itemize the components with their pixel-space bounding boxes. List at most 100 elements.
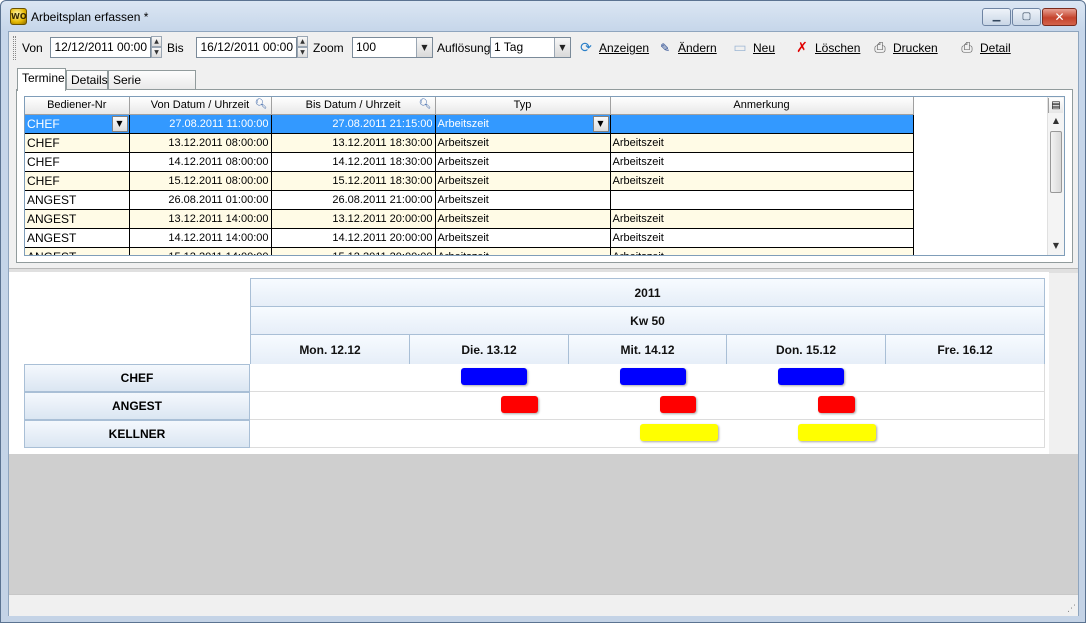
cell-bediener[interactable]: ANGEST [25, 247, 130, 255]
maximize-button[interactable]: ▢ [1012, 8, 1041, 26]
table-row[interactable]: ANGEST 26.08.2011 01:00:00 26.08.2011 21… [25, 190, 914, 210]
cell-von[interactable]: 14.12.2011 08:00:00 [129, 152, 272, 172]
cell-typ[interactable]: Arbeitszeit ▼ [435, 114, 611, 134]
chevron-down-icon[interactable]: ▼ [554, 38, 570, 57]
table-row-selected[interactable]: CHEF ▼ 27.08.2011 11:00:00 27.08.2011 21:… [25, 114, 914, 134]
cell-anmerkung[interactable]: Arbeitszeit [610, 133, 914, 153]
planner-cell[interactable] [409, 392, 569, 420]
tab-serie-eintragen[interactable]: Serie eintragen [108, 70, 196, 105]
planner-cell[interactable] [250, 420, 410, 448]
col-header-bis[interactable]: Bis Datum / Uhrzeit 🔍︎ [271, 97, 436, 115]
cell-typ[interactable]: Arbeitszeit [435, 247, 611, 255]
drucken-button[interactable]: ⎙ Drucken [871, 38, 937, 58]
search-icon[interactable]: 🔍︎ [419, 99, 432, 110]
cell-von[interactable]: 27.08.2011 11:00:00 [129, 114, 272, 134]
spin-up-icon[interactable]: ▲ [297, 36, 308, 47]
scroll-up-icon[interactable]: ▲ [1048, 113, 1064, 129]
resource-angest[interactable]: ANGEST [24, 392, 250, 420]
table-row[interactable]: ANGEST 13.12.2011 14:00:00 13.12.2011 20… [25, 209, 914, 229]
cell-bis[interactable]: 13.12.2011 20:00:00 [271, 209, 436, 229]
cell-von[interactable]: 13.12.2011 14:00:00 [129, 209, 272, 229]
appointment-bar-kellner[interactable] [798, 424, 876, 441]
resource-kellner[interactable]: KELLNER [24, 420, 250, 448]
col-header-von[interactable]: Von Datum / Uhrzeit 🔍︎ [129, 97, 272, 115]
appointment-bar-angest[interactable] [660, 396, 696, 413]
table-row[interactable]: ANGEST 15.12.2011 14:00:00 15.12.2011 20… [25, 247, 914, 255]
cell-typ[interactable]: Arbeitszeit [435, 171, 611, 191]
app-icon[interactable]: WO [10, 8, 27, 25]
anzeigen-button[interactable]: ⟳ Anzeigen [577, 38, 649, 58]
aendern-button[interactable]: ✎ Ändern [656, 38, 717, 58]
cell-bis[interactable]: 26.08.2011 21:00:00 [271, 190, 436, 210]
spin-down-icon[interactable]: ▼ [297, 47, 308, 58]
cell-bediener[interactable]: CHEF [25, 152, 130, 172]
col-header-bediener[interactable]: Bediener-Nr [25, 97, 130, 115]
scrollbar-thumb[interactable] [1050, 131, 1062, 193]
cell-bediener[interactable]: ANGEST [25, 209, 130, 229]
bis-spinner[interactable]: ▲ ▼ [297, 36, 308, 59]
cell-bediener[interactable]: CHEF [25, 133, 130, 153]
grid-vertical-scrollbar[interactable]: ▤ ▲ ▼ [1047, 97, 1064, 255]
planner-cell[interactable] [885, 364, 1045, 392]
cell-typ[interactable]: Arbeitszeit [435, 228, 611, 248]
cell-typ[interactable]: Arbeitszeit [435, 133, 611, 153]
appointment-bar-chef[interactable] [778, 368, 844, 385]
planner-cell[interactable] [250, 392, 410, 420]
cell-bis[interactable]: 15.12.2011 20:00:00 [271, 247, 436, 255]
planner-cell[interactable] [409, 420, 569, 448]
appointment-bar-chef[interactable] [620, 368, 686, 385]
cell-bediener[interactable]: CHEF ▼ [25, 114, 130, 134]
detail-button[interactable]: ⎙ Detail [958, 38, 1010, 58]
loeschen-button[interactable]: ✗ Löschen [793, 38, 860, 58]
cell-anmerkung[interactable] [610, 114, 914, 134]
close-button[interactable]: ✕ [1042, 8, 1077, 26]
spin-up-icon[interactable]: ▲ [151, 36, 162, 47]
appointment-bar-chef[interactable] [461, 368, 527, 385]
col-header-anmerkung[interactable]: Anmerkung [610, 97, 914, 115]
cell-bis[interactable]: 15.12.2011 18:30:00 [271, 171, 436, 191]
resize-grip-icon[interactable]: ⋰ [1067, 604, 1076, 614]
cell-anmerkung[interactable]: Arbeitszeit [610, 209, 914, 229]
planner-cell[interactable] [250, 364, 410, 392]
chevron-down-icon[interactable]: ▼ [111, 115, 128, 132]
cell-anmerkung[interactable]: Arbeitszeit [610, 247, 914, 255]
cell-von[interactable]: 14.12.2011 14:00:00 [129, 228, 272, 248]
tab-details[interactable]: Details [66, 70, 108, 90]
cell-von[interactable]: 15.12.2011 14:00:00 [129, 247, 272, 255]
cell-anmerkung[interactable] [610, 190, 914, 210]
cell-anmerkung[interactable]: Arbeitszeit [610, 228, 914, 248]
tab-termine[interactable]: Termine [17, 68, 66, 91]
cell-von[interactable]: 26.08.2011 01:00:00 [129, 190, 272, 210]
neu-button[interactable]: ▭ Neu [731, 38, 775, 58]
cell-bis[interactable]: 13.12.2011 18:30:00 [271, 133, 436, 153]
planner-cell[interactable] [568, 392, 727, 420]
column-chooser-icon[interactable]: ▤ [1048, 98, 1063, 113]
cell-bediener[interactable]: ANGEST [25, 190, 130, 210]
aufloesung-select[interactable]: 1 Tag ▼ [490, 37, 571, 58]
toolbar-grip[interactable] [13, 36, 16, 60]
zoom-select[interactable]: 100 ▼ [352, 37, 433, 58]
appointment-bar-angest[interactable] [501, 396, 538, 413]
spin-down-icon[interactable]: ▼ [151, 47, 162, 58]
col-header-typ[interactable]: Typ [435, 97, 611, 115]
cell-bediener[interactable]: CHEF [25, 171, 130, 191]
cell-bediener[interactable]: ANGEST [25, 228, 130, 248]
appointment-bar-angest[interactable] [818, 396, 855, 413]
planner-cell[interactable] [726, 392, 886, 420]
resource-chef[interactable]: CHEF [24, 364, 250, 392]
chevron-down-icon[interactable]: ▼ [592, 115, 609, 132]
planner-cell[interactable] [885, 392, 1045, 420]
cell-typ[interactable]: Arbeitszeit [435, 152, 611, 172]
appointment-bar-kellner[interactable] [640, 424, 718, 441]
minimize-button[interactable]: ▁ [982, 8, 1011, 26]
cell-typ[interactable]: Arbeitszeit [435, 209, 611, 229]
von-spinner[interactable]: ▲ ▼ [151, 36, 162, 59]
cell-von[interactable]: 13.12.2011 08:00:00 [129, 133, 272, 153]
table-row[interactable]: CHEF 14.12.2011 08:00:00 14.12.2011 18:3… [25, 152, 914, 172]
chevron-down-icon[interactable]: ▼ [416, 38, 432, 57]
cell-von[interactable]: 15.12.2011 08:00:00 [129, 171, 272, 191]
search-icon[interactable]: 🔍︎ [255, 99, 268, 110]
cell-bis[interactable]: 27.08.2011 21:15:00 [271, 114, 436, 134]
scroll-down-icon[interactable]: ▼ [1048, 238, 1064, 254]
table-row[interactable]: CHEF 13.12.2011 08:00:00 13.12.2011 18:3… [25, 133, 914, 153]
